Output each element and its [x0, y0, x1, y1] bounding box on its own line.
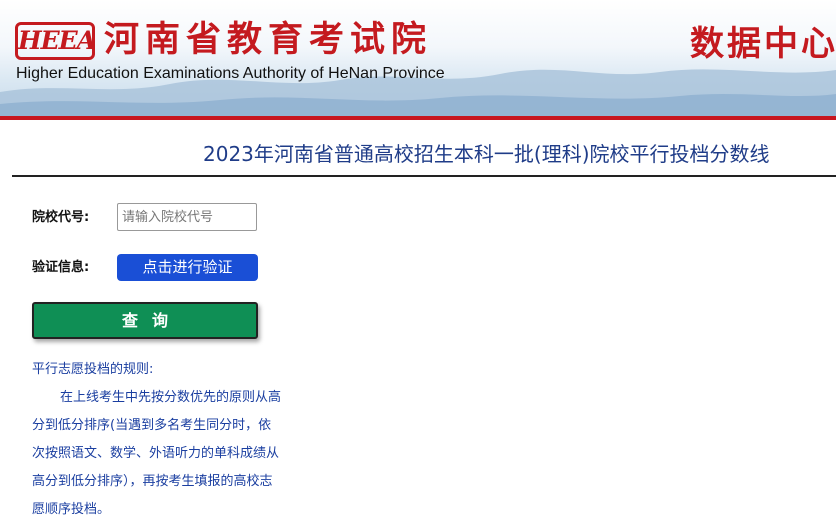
org-name-cn: 河南省教育考试院 — [104, 20, 433, 60]
verify-label: 验证信息: — [32, 260, 90, 275]
heea-logo: HEEA — [15, 22, 96, 60]
rules-body: 在上线考生中先按分数优先的原则从高分到低分排序(当遇到多名考生同分时，依次按照语… — [32, 390, 282, 517]
header-divider — [0, 116, 836, 120]
query-button[interactable]: 查询 — [32, 302, 258, 339]
page-header: HEEA 河南省教育考试院 Higher Education Examinati… — [0, 0, 836, 118]
verify-button[interactable]: 点击进行验证 — [117, 254, 258, 281]
title-divider — [12, 175, 836, 177]
school-code-input[interactable] — [117, 203, 257, 231]
school-code-label: 院校代号: — [32, 210, 90, 225]
rules-heading: 平行志愿投档的规则: — [32, 362, 154, 377]
page-title: 2023年河南省普通高校招生本科一批(理科)院校平行投档分数线 — [203, 142, 770, 166]
rules-text: 平行志愿投档的规则: 在上线考生中先按分数优先的原则从高分到低分排序(当遇到多名… — [32, 356, 282, 524]
section-title: 数据中心 — [690, 24, 836, 64]
org-name-en: Higher Education Examinations Authority … — [16, 65, 445, 82]
